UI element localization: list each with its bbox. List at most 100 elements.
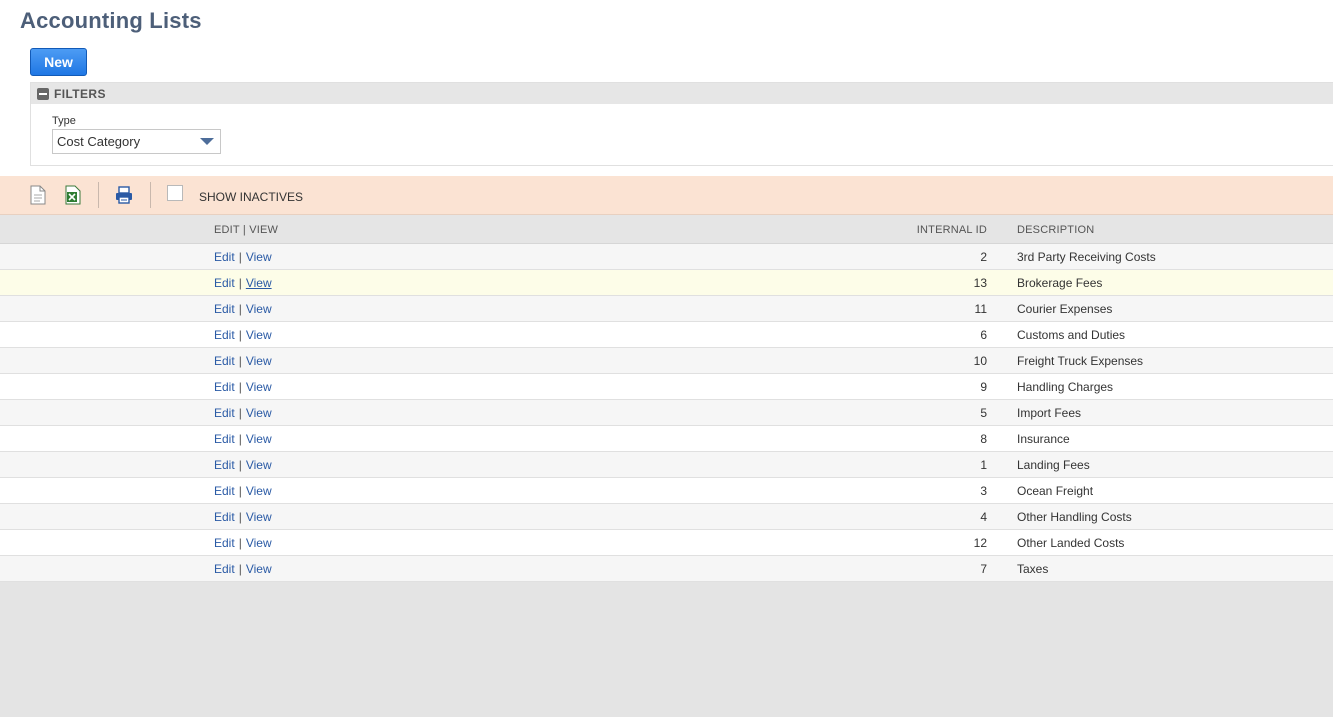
row-actions: Edit | View (214, 432, 272, 446)
internal-id-cell: 2 (980, 250, 987, 264)
chevron-down-icon[interactable] (200, 138, 214, 145)
internal-id-cell: 12 (973, 536, 987, 550)
description-cell: Import Fees (1017, 406, 1082, 420)
view-link[interactable]: View (246, 406, 272, 420)
show-inactives-label: SHOW INACTIVES (199, 190, 304, 204)
internal-id-cell: 3 (980, 484, 987, 498)
table-row: Edit | View 8 Insurance (0, 426, 1333, 452)
view-link[interactable]: View (246, 562, 272, 576)
description-cell: Landing Fees (1017, 458, 1090, 472)
row-actions: Edit | View (214, 250, 272, 264)
description-cell: Courier Expenses (1017, 302, 1113, 316)
table-row: Edit | View 6 Customs and Duties (0, 322, 1333, 348)
edit-link[interactable]: Edit (214, 276, 235, 290)
edit-link[interactable]: Edit (214, 302, 235, 316)
description-cell: Other Handling Costs (1017, 510, 1132, 524)
page-header-area: Accounting Lists New FILTERS Type Cost C… (0, 0, 1333, 176)
row-actions: Edit | View (214, 458, 272, 472)
type-filter-label: Type (52, 115, 76, 127)
type-filter-select[interactable]: Cost Category (52, 129, 221, 154)
table-body: Edit | View 2 3rd Party Receiving Costs Edit |… (0, 244, 1333, 582)
action-separator: | (238, 354, 242, 368)
results-table: EDIT | VIEW INTERNAL ID DESCRIPTION Edit… (0, 215, 1333, 582)
action-separator: | (238, 250, 242, 264)
edit-link[interactable]: Edit (214, 432, 235, 446)
view-link[interactable]: View (246, 432, 272, 446)
export-document-icon[interactable] (29, 185, 47, 210)
edit-link[interactable]: Edit (214, 510, 235, 524)
row-actions: Edit | View (214, 562, 272, 576)
view-link[interactable]: View (246, 536, 272, 550)
action-separator: | (238, 536, 242, 550)
internal-id-cell: 11 (974, 302, 987, 316)
view-link[interactable]: View (246, 302, 272, 316)
row-actions: Edit | View (214, 380, 272, 394)
table-row: Edit | View 7 Taxes (0, 556, 1333, 582)
internal-id-cell: 8 (980, 432, 987, 446)
action-separator: | (238, 276, 242, 290)
view-link[interactable]: View (246, 250, 272, 264)
edit-link[interactable]: Edit (214, 484, 235, 498)
filters-panel: FILTERS Type Cost Category (30, 82, 1333, 166)
internal-id-cell: 9 (980, 380, 987, 394)
list-toolbar: SHOW INACTIVES (0, 176, 1333, 215)
edit-link[interactable]: Edit (214, 536, 235, 550)
show-inactives-checkbox[interactable] (167, 185, 183, 201)
description-cell: Ocean Freight (1017, 484, 1094, 498)
internal-id-cell: 13 (973, 276, 987, 290)
description-cell: Insurance (1017, 432, 1070, 446)
action-separator: | (238, 406, 242, 420)
view-link[interactable]: View (246, 484, 272, 498)
view-link[interactable]: View (246, 354, 272, 368)
edit-link[interactable]: Edit (214, 562, 235, 576)
edit-link[interactable]: Edit (214, 328, 235, 342)
print-icon[interactable] (114, 185, 134, 210)
action-separator: | (238, 562, 242, 576)
action-separator: | (238, 302, 242, 316)
edit-link[interactable]: Edit (214, 406, 235, 420)
edit-link[interactable]: Edit (214, 250, 235, 264)
description-cell: Customs and Duties (1017, 328, 1126, 342)
table-row: Edit | View 5 Import Fees (0, 400, 1333, 426)
internal-id-cell: 6 (980, 328, 987, 342)
row-actions: Edit | View (214, 354, 272, 368)
table-header: EDIT | VIEW INTERNAL ID DESCRIPTION (0, 215, 1333, 244)
table-row: Edit | View 13 Brokerage Fees (0, 270, 1333, 296)
view-link[interactable]: View (246, 458, 272, 472)
view-link[interactable]: View (246, 380, 272, 394)
page-title: Accounting Lists (20, 8, 202, 33)
table-row: Edit | View 12 Other Landed Costs (0, 530, 1333, 556)
filters-label: FILTERS (54, 86, 106, 101)
table-row: Edit | View 11 Courier Expenses (0, 296, 1333, 322)
view-link[interactable]: View (246, 328, 272, 342)
column-header-edit-view[interactable]: EDIT | VIEW (214, 224, 278, 236)
row-actions: Edit | View (214, 302, 272, 316)
description-cell: Freight Truck Expenses (1017, 354, 1144, 368)
description-cell: 3rd Party Receiving Costs (1017, 250, 1156, 264)
column-header-description[interactable]: DESCRIPTION (1017, 224, 1094, 236)
filters-toggle[interactable]: FILTERS (31, 83, 1333, 104)
column-header-internal-id[interactable]: INTERNAL ID (917, 224, 987, 236)
edit-link[interactable]: Edit (214, 380, 235, 394)
action-separator: | (238, 458, 242, 472)
type-filter-value: Cost Category (57, 134, 141, 149)
toolbar-divider (98, 182, 99, 208)
new-button[interactable]: New (30, 48, 87, 76)
table-row: Edit | View 3 Ocean Freight (0, 478, 1333, 504)
row-actions: Edit | View (214, 510, 272, 524)
internal-id-cell: 4 (980, 510, 987, 524)
internal-id-cell: 7 (980, 562, 987, 576)
edit-link[interactable]: Edit (214, 458, 235, 472)
row-actions: Edit | View (214, 536, 272, 550)
action-separator: | (238, 510, 242, 524)
description-cell: Brokerage Fees (1017, 276, 1103, 290)
table-row: Edit | View 10 Freight Truck Expenses (0, 348, 1333, 374)
collapse-icon[interactable] (37, 87, 49, 100)
export-excel-icon[interactable] (64, 185, 82, 210)
edit-link[interactable]: Edit (214, 354, 235, 368)
view-link[interactable]: View (246, 276, 272, 290)
view-link[interactable]: View (246, 510, 272, 524)
description-cell: Other Landed Costs (1017, 536, 1125, 550)
toolbar-divider (150, 182, 151, 208)
action-separator: | (238, 380, 242, 394)
